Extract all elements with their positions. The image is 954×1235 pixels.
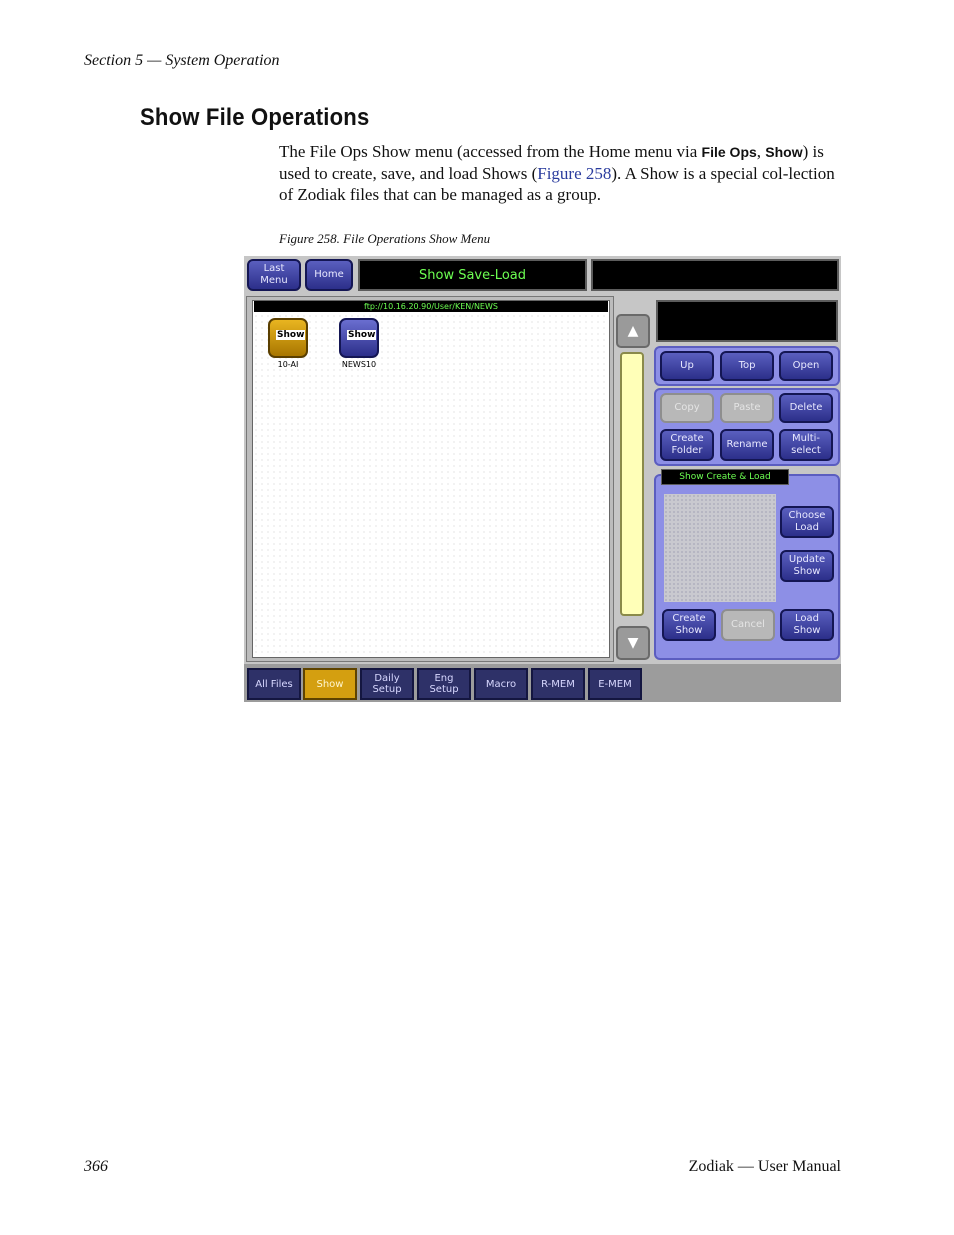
path-display: ftp://10.16.20.90/User/KEN/NEWS (254, 301, 608, 312)
page-title: Show File Operations (140, 104, 370, 131)
create-folder-button[interactable]: Create Folder (660, 429, 714, 461)
tab-r-mem[interactable]: R-MEM (531, 668, 585, 700)
last-menu-button[interactable]: Last Menu (247, 259, 301, 291)
scroll-down-button[interactable]: ▼ (616, 626, 650, 660)
status-display (591, 259, 839, 291)
body-paragraph: The File Ops Show menu (accessed from th… (279, 141, 845, 205)
load-show-button[interactable]: Load Show (780, 609, 834, 641)
tab-macro[interactable]: Macro (474, 668, 528, 700)
page-number: 366 (84, 1158, 108, 1175)
show-file-icon-label: Show (347, 330, 377, 340)
ui-term-show: Show (765, 144, 803, 160)
update-show-button[interactable]: Update Show (780, 550, 834, 582)
tab-eng-setup[interactable]: Eng Setup (417, 668, 471, 700)
tab-e-mem[interactable]: E-MEM (588, 668, 642, 700)
body-text-1: The File Ops Show menu (accessed from th… (279, 142, 702, 161)
chevron-up-icon: ▲ (627, 323, 639, 339)
tab-daily-setup[interactable]: Daily Setup (360, 668, 414, 700)
delete-button[interactable]: Delete (779, 393, 833, 423)
body-text-2: , (756, 142, 766, 161)
chevron-down-icon: ▼ (627, 635, 639, 651)
show-file-icon[interactable]: Show (268, 318, 308, 358)
choose-load-button[interactable]: Choose Load (780, 506, 834, 538)
up-button[interactable]: Up (660, 351, 714, 381)
paste-button[interactable]: Paste (720, 393, 774, 423)
top-button[interactable]: Top (720, 351, 774, 381)
figure-caption: Figure 258. File Operations Show Menu (279, 231, 491, 246)
show-file-icon-label: Show (276, 330, 306, 340)
tab-show[interactable]: Show (303, 668, 357, 700)
cancel-button[interactable]: Cancel (721, 609, 775, 641)
tab-all-files[interactable]: All Files (247, 668, 301, 700)
rename-button[interactable]: Rename (720, 429, 774, 461)
open-button[interactable]: Open (779, 351, 833, 381)
file-ops-show-menu-screenshot: Last Menu Home Show Save-Load ftp://10.1… (244, 256, 841, 702)
info-display (656, 300, 838, 342)
create-show-button[interactable]: Create Show (662, 609, 716, 641)
manual-title: Zodiak — User Manual (688, 1158, 841, 1175)
home-button[interactable]: Home (305, 259, 353, 291)
file-name: 10-AI (277, 360, 299, 369)
menu-title: Show Save-Load (358, 259, 587, 291)
scroll-up-button[interactable]: ▲ (616, 314, 650, 348)
show-preview-area (664, 494, 776, 602)
file-name: NEWS10 (341, 360, 377, 369)
ui-term-file-ops: File Ops (701, 144, 757, 160)
multi-select-button[interactable]: Multi- select (779, 429, 833, 461)
section-header: Section 5 — System Operation (84, 52, 280, 69)
scrollbar-track[interactable] (620, 352, 644, 616)
show-file-icon[interactable]: Show (339, 318, 379, 358)
copy-button[interactable]: Copy (660, 393, 714, 423)
figure-link[interactable]: Figure 258 (537, 164, 611, 183)
show-create-load-title: Show Create & Load (661, 469, 789, 485)
